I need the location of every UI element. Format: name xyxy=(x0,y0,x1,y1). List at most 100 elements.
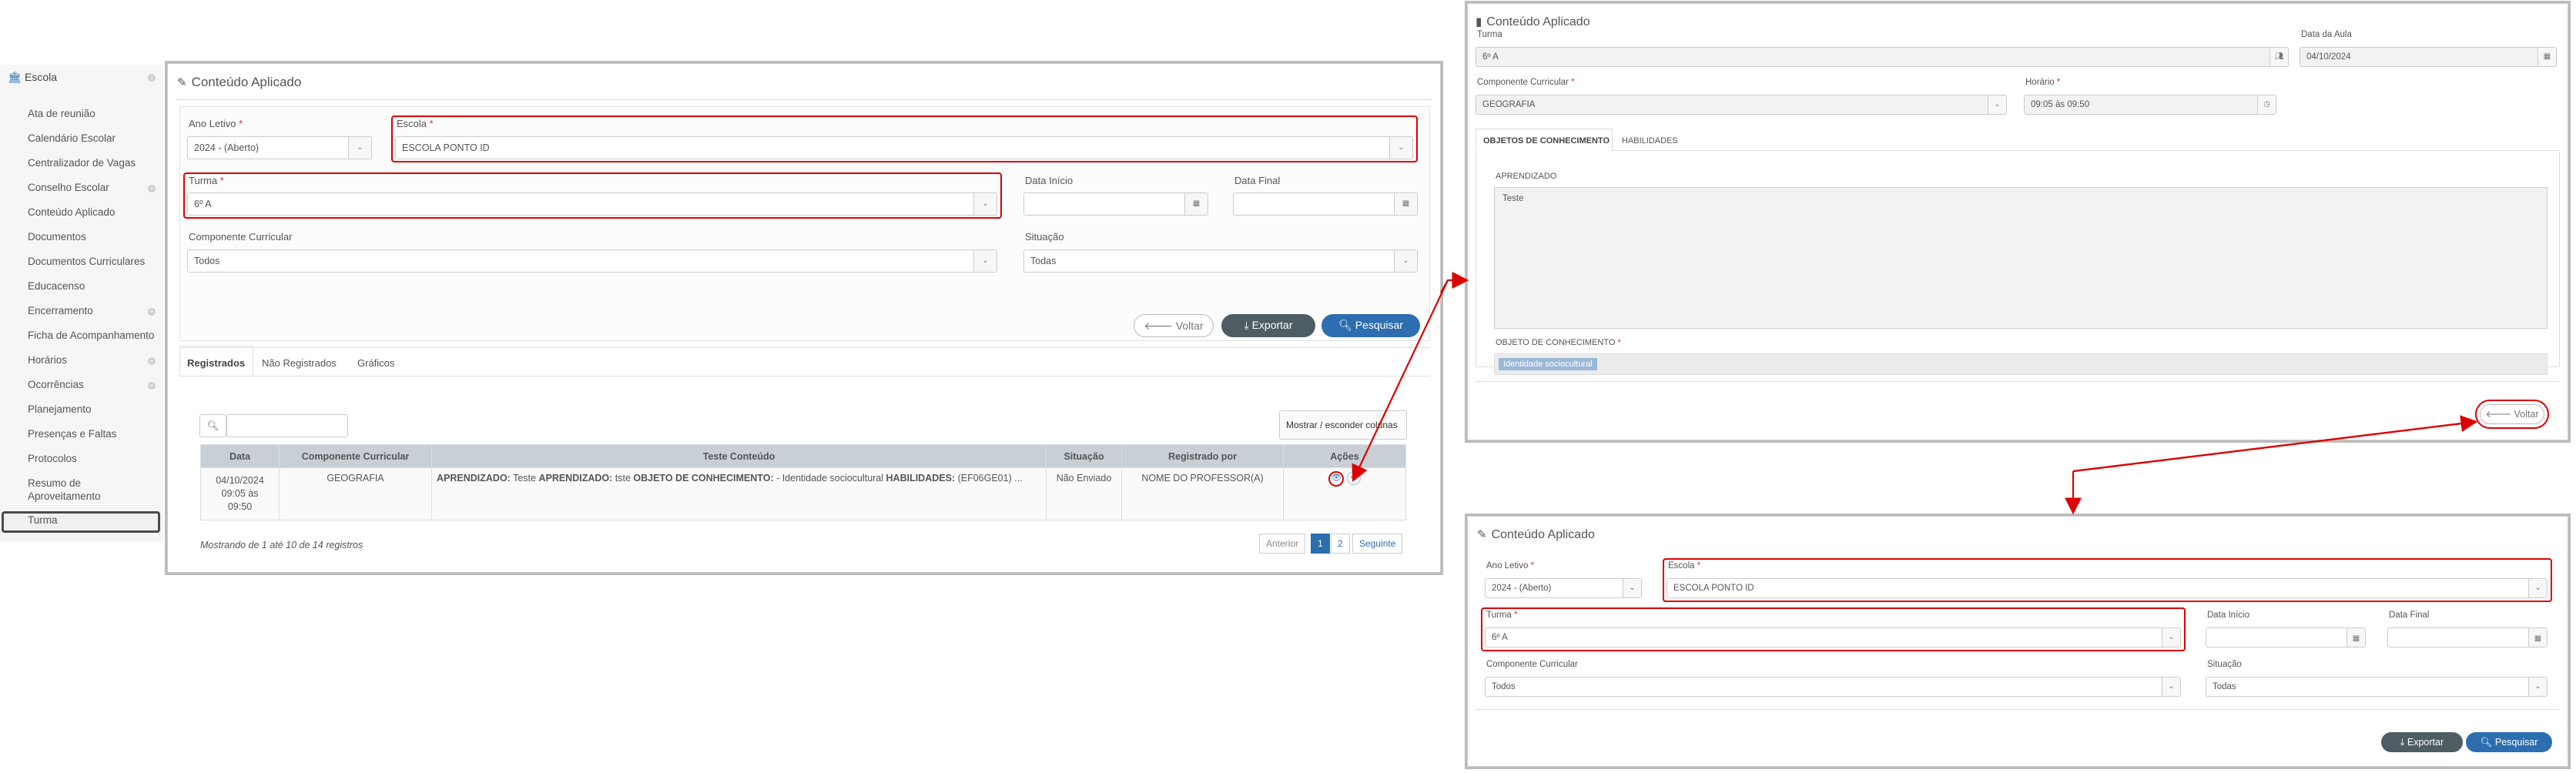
chevron-down-icon: ⌄ xyxy=(2528,579,2547,597)
column-header[interactable]: Componente Curricular xyxy=(279,444,432,468)
result-escola-select[interactable]: ESCOLA PONTO ID ⌄ xyxy=(1667,578,2548,598)
cell-componente: GEOGRAFIA xyxy=(279,467,432,520)
chevron-down-icon: ⌄ xyxy=(2162,628,2180,647)
data-final-label: Data Final xyxy=(1234,175,1281,186)
cell-data: 04/10/2024 09:05 às 09:50 xyxy=(200,467,280,520)
calendar-icon: ▦ xyxy=(2347,628,2365,647)
result-escola-label: Escola * xyxy=(1668,561,1701,571)
sidebar-item-horarios[interactable]: Horários xyxy=(28,354,67,366)
sidebar-item-ocorrencias[interactable]: Ocorrências xyxy=(28,379,84,390)
data-final-input[interactable]: ▦ xyxy=(1233,192,1418,216)
result-componente-label: Componente Curricular xyxy=(1486,660,1578,669)
chevron-down-icon: ⌄ xyxy=(2162,678,2180,696)
pagination-next[interactable]: Seguinte xyxy=(1352,534,1403,554)
sidebar-header[interactable]: 🏛 Escola xyxy=(8,71,57,83)
column-header[interactable]: Data xyxy=(200,444,280,468)
voltar-button[interactable]: 🡐 Voltar xyxy=(1134,314,1214,337)
sidebar-item-planejamento[interactable]: Planejamento xyxy=(28,403,92,415)
divider xyxy=(1476,150,2560,151)
divider xyxy=(1476,709,2560,710)
column-header[interactable]: Teste Conteúdo xyxy=(431,444,1047,468)
column-header[interactable]: Registrado por xyxy=(1121,444,1284,468)
chevron-down-icon: ⌄ xyxy=(973,193,997,215)
componente-select[interactable]: Todos ⌄ xyxy=(187,249,997,273)
turma-select[interactable]: 6º A ⌄ xyxy=(187,192,997,216)
arrow-left-icon: 🡐 xyxy=(2485,409,2514,420)
data-inicio-label: Data Início xyxy=(1025,175,1074,186)
tab-nao-registrados[interactable]: Não Registrados xyxy=(262,357,337,369)
exportar-button[interactable]: ⤓ Exportar xyxy=(1221,314,1315,337)
sidebar-item-conteudo[interactable]: Conteúdo Aplicado xyxy=(28,206,115,218)
search-icon: 🔍︎ xyxy=(1338,319,1355,331)
pesquisar-button[interactable]: 🔍︎ Pesquisar xyxy=(1321,314,1420,337)
result-ano-label: Ano Letivo * xyxy=(1486,561,1535,571)
sidebar-item-educacenso[interactable]: Educacenso xyxy=(28,280,85,292)
sidebar-item-documentos[interactable]: Documentos xyxy=(28,231,86,243)
sidebar-item-ata[interactable]: Ata de reunião xyxy=(28,108,95,119)
results-table: Data Componente Curricular Teste Conteúd… xyxy=(200,444,1406,520)
edit-icon: ✎ xyxy=(177,76,187,89)
result-pesquisar-button[interactable]: 🔍︎ Pesquisar xyxy=(2466,732,2552,752)
result-exportar-button[interactable]: ⤓ Exportar xyxy=(2381,732,2463,752)
sidebar-item-conselho[interactable]: Conselho Escolar xyxy=(28,182,109,193)
detail-data-aula-label: Data da Aula xyxy=(2301,30,2352,39)
download-icon: ⤓ xyxy=(1244,319,1252,331)
view-icon[interactable]: 👁︎ xyxy=(1328,471,1345,487)
divider xyxy=(179,347,1430,348)
result-data-final-label: Data Final xyxy=(2389,611,2430,620)
sidebar-item-ficha[interactable]: Ficha de Acompanhamento xyxy=(28,330,154,341)
chevron-down-icon: ⌄ xyxy=(1389,137,1412,159)
expand-icon[interactable]: + xyxy=(148,308,156,316)
expand-icon[interactable]: + xyxy=(148,185,156,192)
sidebar-item-calendario[interactable]: Calendário Escolar xyxy=(28,132,116,144)
pagination-page-2[interactable]: 2 xyxy=(1331,534,1350,554)
arrow-left-icon: 🡐 xyxy=(1144,320,1176,332)
sidebar-item-doc-curriculares[interactable]: Documentos Curriculares xyxy=(28,256,145,267)
escola-label: Escola * xyxy=(397,118,434,129)
sidebar-item-presencas[interactable]: Presenças e Faltas xyxy=(28,428,117,440)
sidebar-item-turma[interactable]: Turma xyxy=(28,514,58,526)
toggle-columns-button[interactable]: Mostrar / esconder colunas xyxy=(1279,410,1407,440)
divider xyxy=(176,99,1432,100)
detail-voltar-button[interactable]: 🡐 Voltar xyxy=(2480,404,2544,424)
sidebar-item-protocolos[interactable]: Protocolos xyxy=(28,453,77,464)
result-situacao-label: Situação xyxy=(2207,660,2242,669)
expand-icon[interactable]: + xyxy=(148,382,156,390)
detail-turma-field: 6º A 👥︎ xyxy=(1476,47,2289,67)
result-turma-label: Turma * xyxy=(1486,611,1518,620)
objeto-tag: Identidade sociocultural xyxy=(1499,358,1597,370)
column-header[interactable]: Situação xyxy=(1046,444,1122,468)
tab-habilidades[interactable]: HABILIDADES xyxy=(1622,136,1678,146)
search-icon[interactable]: 🔍︎ xyxy=(199,414,226,437)
undo-icon[interactable]: ⟲ xyxy=(1346,471,1361,485)
users-icon: 👥︎ xyxy=(2269,48,2288,66)
result-situacao-select[interactable]: Todas ⌄ xyxy=(2206,677,2548,697)
cell-situacao: Não Enviado xyxy=(1046,467,1122,520)
column-header: Ações xyxy=(1283,444,1406,468)
expand-icon[interactable]: + xyxy=(148,357,156,365)
sidebar-item-resumo[interactable]: Resumo de xyxy=(28,477,81,489)
result-data-inicio-label: Data Início xyxy=(2207,611,2249,620)
arrow-to-detail xyxy=(1440,272,1469,293)
table-search-input[interactable] xyxy=(226,414,348,437)
result-data-final-input[interactable]: ▦ xyxy=(2387,627,2548,648)
sidebar-item-encerramento[interactable]: Encerramento xyxy=(28,305,93,316)
ano-letivo-select[interactable]: 2024 - (Aberto) ⌄ xyxy=(187,136,372,159)
result-turma-select[interactable]: 6º A ⌄ xyxy=(1485,627,2181,648)
sidebar-item-centralizador[interactable]: Centralizador de Vagas xyxy=(28,157,136,169)
result-data-inicio-input[interactable]: ▦ xyxy=(2206,627,2366,648)
pagination-page-1[interactable]: 1 xyxy=(1311,534,1330,554)
escola-select[interactable]: ESCOLA PONTO ID ⌄ xyxy=(395,136,1413,159)
chevron-down-icon: ⌄ xyxy=(1394,250,1417,272)
sidebar-item-resumo-line2: Aproveitamento xyxy=(28,490,101,502)
situacao-select[interactable]: Todas ⌄ xyxy=(1023,249,1418,273)
tab-active-frame xyxy=(179,346,253,376)
result-ano-select[interactable]: 2024 - (Aberto) ⌄ xyxy=(1485,578,1642,598)
expand-icon[interactable]: i xyxy=(148,74,156,82)
pagination-prev[interactable]: Anterior xyxy=(1259,534,1306,554)
turma-label: Turma * xyxy=(189,175,224,186)
tab-graficos[interactable]: Gráficos xyxy=(357,357,394,369)
data-inicio-input[interactable]: ▦ xyxy=(1023,192,1208,216)
result-componente-select[interactable]: Todos ⌄ xyxy=(1485,677,2181,697)
detail-title: ▮ Conteúdo Aplicado xyxy=(1476,15,1590,28)
